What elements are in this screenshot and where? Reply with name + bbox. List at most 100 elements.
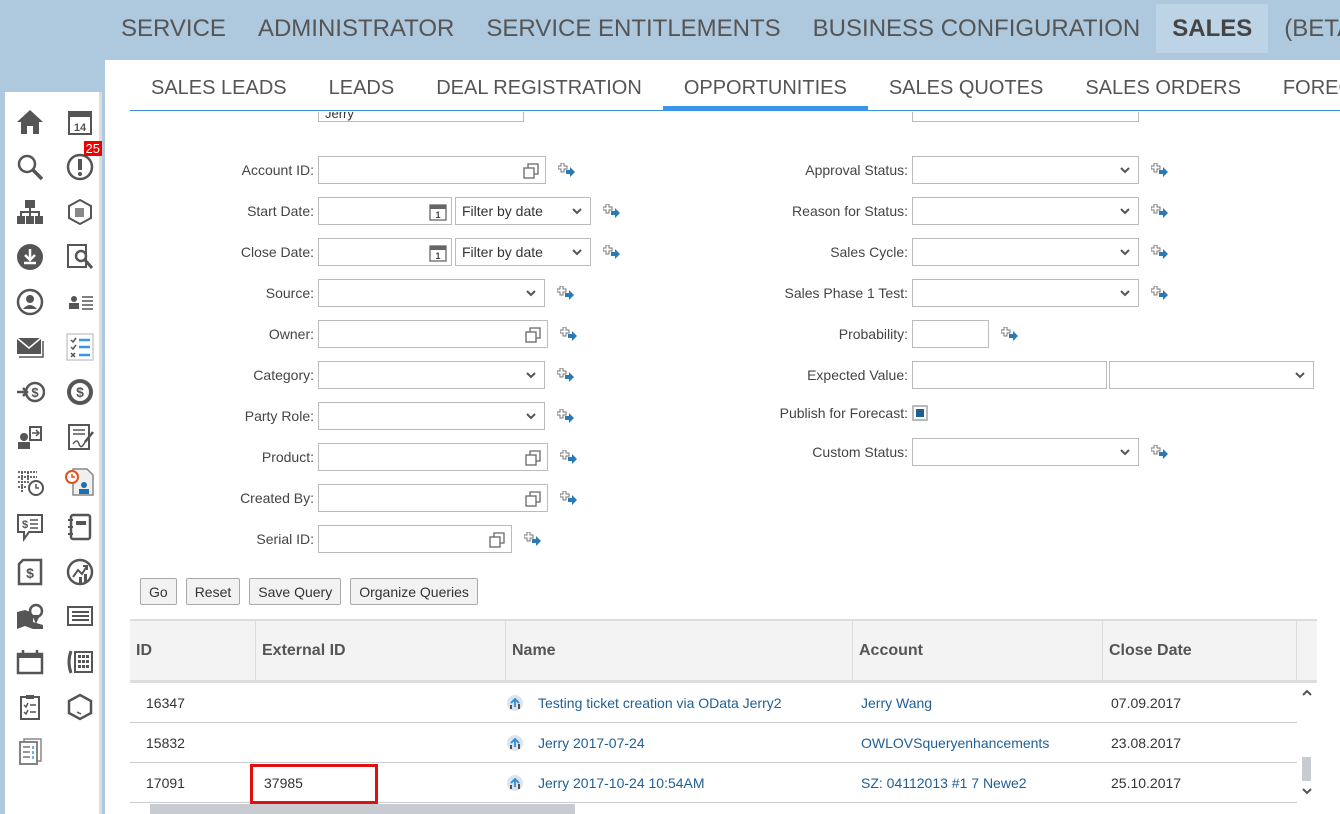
growth-icon[interactable] [60,552,100,592]
opportunity-icon [507,734,523,751]
opportunity-name-link[interactable]: Jerry 2017-07-24 [538,735,645,751]
save-query-button[interactable]: Save Query [249,578,342,605]
add-condition-icon[interactable] [560,491,578,505]
contact-icon[interactable] [10,282,50,322]
add-condition-icon[interactable] [524,532,542,546]
schedule-icon[interactable] [10,462,50,502]
serial-id-input[interactable] [318,525,512,553]
table-header: ID External ID Name Account Close Date [130,619,1317,683]
hierarchy-icon[interactable] [10,192,50,232]
tab-sales-quotes[interactable]: SALES QUOTES [868,60,1065,110]
column-header-id[interactable]: ID [130,621,256,680]
currency-select[interactable] [1109,361,1314,389]
top-nav-service-entitlements[interactable]: SERVICE ENTITLEMENTS [470,4,796,53]
product-box-icon[interactable] [60,192,100,232]
tab-sales-leads[interactable]: SALES LEADS [130,60,308,110]
checklist-icon[interactable] [60,327,100,367]
go-button[interactable]: Go [140,578,177,605]
add-condition-icon[interactable] [1151,245,1169,259]
reset-button[interactable]: Reset [185,578,241,605]
add-condition-icon[interactable] [1151,163,1169,177]
top-nav-business-configuration[interactable]: BUSINESS CONFIGURATION [797,4,1157,53]
team-list-icon[interactable] [60,282,100,322]
quote-icon[interactable]: $ [10,507,50,547]
tab-leads[interactable]: LEADS [308,60,416,110]
publish-for-forecast-checkbox[interactable] [912,405,928,421]
publish-for-forecast-label: Publish for Forecast: [779,405,908,421]
notebook-icon[interactable] [60,507,100,547]
tab-deal-registration[interactable]: DEAL REGISTRATION [415,60,663,110]
scroll-up-icon[interactable] [1302,689,1312,697]
reason-for-status-label: Reason for Status: [792,203,908,219]
custom-status-select[interactable] [912,438,1139,466]
scroll-down-icon[interactable] [1302,787,1312,795]
add-condition-icon[interactable] [1001,327,1019,341]
contract-icon[interactable] [60,417,100,457]
cell-close-date: 07.09.2017 [1111,694,1182,711]
tab-forecasts[interactable]: FORECASTS [1262,60,1340,110]
account-link[interactable]: OWLOVSqueryenhancements [853,723,1103,762]
cube-icon[interactable] [60,687,100,727]
money-in-icon[interactable]: $ [10,372,50,412]
download-icon[interactable] [10,237,50,277]
vertical-scroll-thumb[interactable] [1302,757,1311,781]
value-help-icon[interactable] [489,532,505,548]
reason-for-status-select[interactable] [912,197,1139,225]
custom-status-label: Custom Status: [812,444,908,460]
appointment-icon[interactable] [10,642,50,682]
account-link[interactable]: SZ: 04112013 #1 7 Newe2 [853,763,1103,802]
calendar-icon[interactable]: 14 [60,102,100,142]
column-header-account[interactable]: Account [853,621,1103,680]
add-condition-icon[interactable] [1151,204,1169,218]
created-by-label: Created By: [240,490,314,506]
search-icon[interactable] [10,147,50,187]
created-by-input[interactable] [318,484,548,512]
table-row[interactable]: 16347 Testing ticket creation via OData … [130,683,1297,723]
probability-label: Probability: [838,326,908,342]
top-nav-service[interactable]: SERVICE [105,4,242,53]
inspect-icon[interactable] [60,237,100,277]
dollar-icon[interactable]: $ [60,372,100,412]
chevron-down-icon [1295,372,1305,379]
sales-phase-select[interactable] [912,279,1139,307]
sidebar: 14 25 $ $ $ $ [5,92,102,814]
cell-external-id [256,723,506,762]
value-help-icon[interactable] [525,491,541,507]
documents-icon[interactable] [10,732,50,772]
column-header-close-date[interactable]: Close Date [1103,621,1297,680]
territory-map-icon[interactable] [10,597,50,637]
mail-icon[interactable] [10,327,50,367]
home-icon[interactable] [10,102,50,142]
phone-icon[interactable] [60,642,100,682]
partial-field-left[interactable]: Jerry [318,112,524,122]
opportunity-name-link[interactable]: Jerry 2017-10-24 10:54AM [538,775,705,791]
table-row[interactable]: 17091 37985 Jerry 2017-10-24 10:54AM SZ:… [130,763,1297,804]
opportunity-name-link[interactable]: Testing ticket creation via OData Jerry2 [538,695,782,711]
table-row[interactable]: 15832 Jerry 2017-07-24 OWLOVSqueryenhanc… [130,723,1297,763]
alert-icon[interactable]: 25 [60,141,102,187]
column-header-external-id[interactable]: External ID [256,621,506,680]
column-header-name[interactable]: Name [506,621,853,680]
tasks-icon[interactable] [10,687,50,727]
top-nav-beta-administrator[interactable]: (BETA) ADMINISTRATOR [1268,4,1340,53]
horizontal-scroll-thumb[interactable] [150,804,575,814]
tab-opportunities[interactable]: OPPORTUNITIES [662,60,868,111]
chevron-down-icon [1120,167,1130,174]
add-condition-icon[interactable] [1151,445,1169,459]
top-nav-sales[interactable]: SALES [1156,4,1269,53]
sales-cycle-select[interactable] [912,238,1139,266]
invoice-icon[interactable]: $ [10,552,50,592]
list-icon[interactable] [60,597,100,637]
time-report-icon[interactable] [60,462,100,502]
add-condition-icon[interactable] [1151,286,1169,300]
top-nav-administrator[interactable]: ADMINISTRATOR [242,4,470,53]
account-link[interactable]: Jerry Wang [853,683,1103,722]
expected-value-input[interactable] [912,361,1107,389]
organize-queries-button[interactable]: Organize Queries [350,578,478,605]
partner-icon[interactable] [10,417,50,457]
tab-sales-orders[interactable]: SALES ORDERS [1064,60,1262,110]
partial-field-right[interactable] [912,112,1139,122]
vertical-scrollbar[interactable] [1297,683,1317,803]
approval-status-select[interactable] [912,156,1139,184]
probability-input[interactable] [912,320,989,348]
